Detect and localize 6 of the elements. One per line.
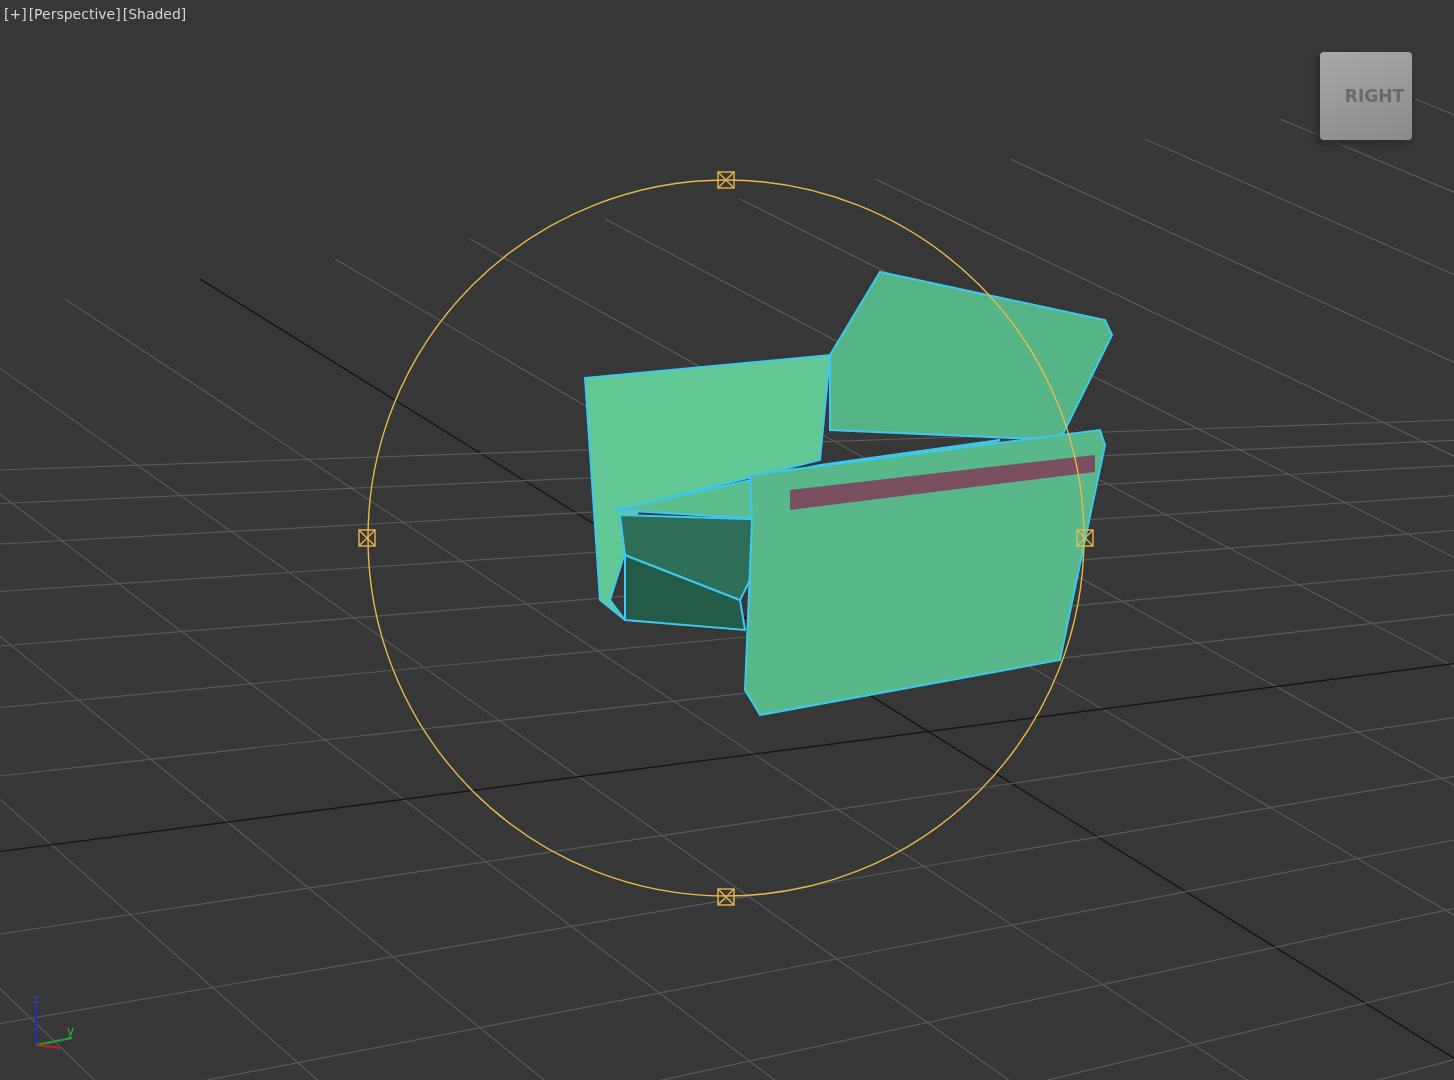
viewport-menu-label[interactable]: [+] (4, 6, 27, 22)
axis-label: z (33, 992, 40, 1006)
axis-tripod-icon (35, 1004, 73, 1049)
axis-label: y (67, 1024, 75, 1038)
viewport-menu-label[interactable]: [Shaded] (122, 6, 187, 22)
viewport-menu-label[interactable]: [Perspective] (28, 6, 121, 22)
